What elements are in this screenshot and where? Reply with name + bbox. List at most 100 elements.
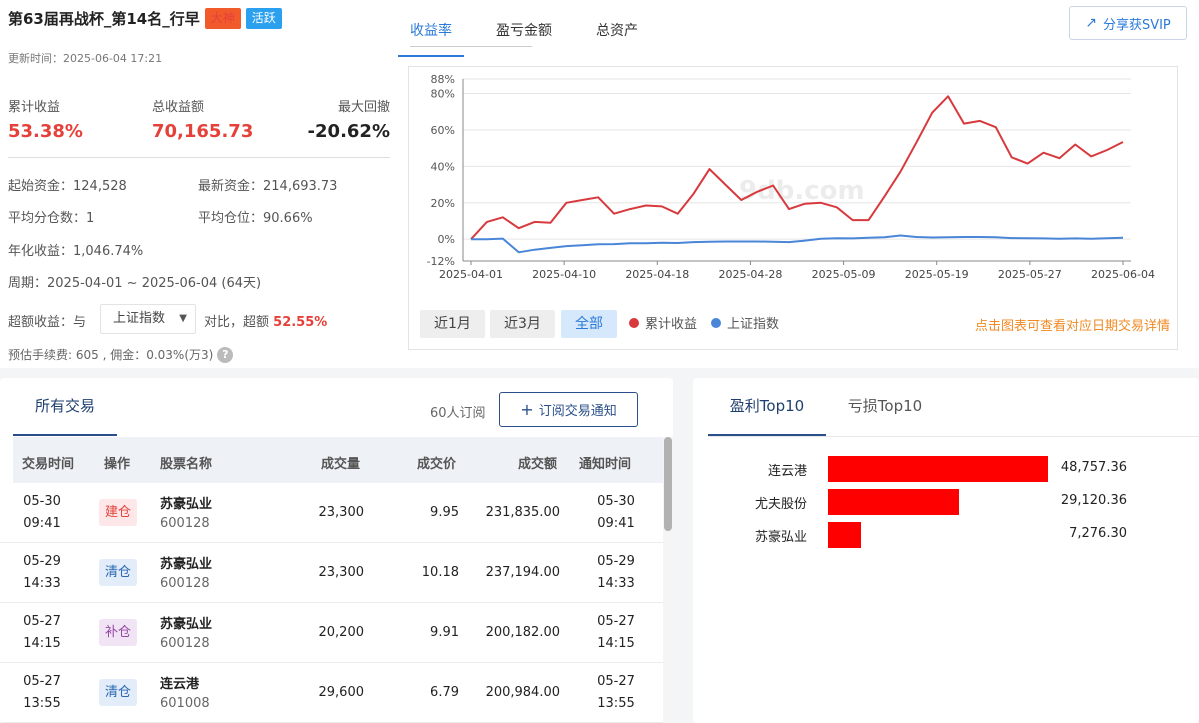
help-icon[interactable]: ?: [217, 346, 234, 363]
share-label: 分享获SVIP: [1102, 17, 1171, 33]
legend-label: 累计收益: [645, 317, 698, 332]
avg-split: 平均分仓数：1: [8, 211, 95, 226]
excess-text: 对比，超额 52.55%: [204, 311, 327, 330]
benchmark-select[interactable]: 上证指数 ▼: [100, 304, 196, 334]
fee-text: 预估手续费: 605 , 佣金：0.03%(万3): [8, 348, 214, 362]
notify-time: 05-27 13:55: [596, 671, 636, 715]
profit-bar-row[interactable]: 尤夫股份 29,120.36: [693, 489, 1199, 515]
notify-time: 05-27 14:15: [596, 611, 636, 655]
tab-loss-top10[interactable]: 亏损Top10: [839, 378, 931, 436]
return-chart[interactable]: 88% 80% 60% 40% 20% 0% -12% 9db.com 2025-04-01 20…: [408, 66, 1178, 350]
col-trade-time: 交易时间: [22, 457, 75, 472]
scrollbar-thumb[interactable]: [664, 437, 672, 531]
x-tick-label: 2025-05-19: [905, 268, 969, 281]
x-tick-label: 2025-06-04: [1091, 268, 1155, 281]
share-button[interactable]: ↗ 分享获SVIP: [1069, 6, 1187, 40]
profit-bar-row[interactable]: 连云港 48,757.36: [693, 456, 1199, 482]
trade-price: 9.91: [430, 625, 459, 640]
excess-prefix: 超额收益：与: [8, 315, 87, 330]
stat-value: -20.62%: [307, 121, 390, 142]
subscriber-count: 60人订阅: [430, 406, 486, 421]
stock-name-link[interactable]: 苏豪弘业: [160, 553, 212, 572]
stat-cum-return: 累计收益 53.38%: [8, 96, 83, 142]
subscribe-label: 订阅交易通知: [538, 404, 617, 419]
trade-amount: 237,194.00: [485, 565, 560, 580]
notify-date: 05-29: [597, 554, 635, 569]
profit-bar[interactable]: [828, 522, 861, 548]
col-price: 成交价: [417, 457, 457, 472]
tab-all-trades[interactable]: 所有交易: [13, 378, 117, 436]
trade-volume: 23,300: [318, 565, 365, 580]
notify-clock: 09:41: [597, 516, 635, 531]
chevron-down-icon: ▼: [179, 313, 187, 324]
profit-bar[interactable]: [828, 456, 1048, 482]
legend-dot: [711, 317, 721, 328]
stat-total-profit: 总收益额 70,165.73: [152, 96, 253, 142]
tab-profit-amount[interactable]: 盈亏金额: [496, 18, 552, 48]
range-1m-button[interactable]: 近1月: [420, 310, 485, 338]
badge-master: 大神: [204, 8, 241, 29]
excess-value: 52.55%: [273, 315, 328, 330]
bar-value: 48,757.36: [1060, 460, 1127, 475]
stat-max-drawdown: 最大回撤 -20.62%: [308, 96, 390, 142]
legend-label: 上证指数: [727, 317, 780, 332]
stock-name-link[interactable]: 连云港: [160, 673, 199, 692]
summary-stats: 累计收益 53.38% 总收益额 70,165.73 最大回撤 -20.62%: [8, 96, 390, 158]
subscribe-button[interactable]: + 订阅交易通知: [499, 392, 638, 427]
period: 周期：2025-04-01 ~ 2025-06-04 (64天): [8, 276, 262, 291]
tab-underline: [410, 46, 532, 47]
chart-hint: 点击图表可查看对应日期交易详情: [974, 319, 1170, 334]
operation-tag: 补仓: [99, 619, 137, 646]
table-row[interactable]: 05-27 13:55 清仓 连云港 601008 29,600 6.79 200,984.0…: [0, 663, 663, 723]
annual-return: 年化收益：1,046.74%: [8, 244, 144, 259]
trade-date: 05-30: [23, 494, 61, 509]
chart-canvas[interactable]: 88%80%60%40%20%0%-12%9db.com2025-04-01 20…: [409, 67, 1179, 307]
series-line-cum-return: [470, 95, 1124, 240]
stat-value: 53.38%: [8, 121, 83, 142]
avg-position: 平均仓位：90.66%: [198, 211, 313, 226]
tab-profit-top10[interactable]: 盈利Top10: [708, 378, 826, 436]
stock-name-link[interactable]: 苏豪弘业: [160, 613, 212, 632]
range-all-button[interactable]: 全部: [561, 310, 617, 338]
table-row[interactable]: 05-29 14:33 清仓 苏豪弘业 600128 23,300 10.18 237,194…: [0, 543, 663, 603]
legend-item-cum-return[interactable]: 累计收益: [629, 313, 697, 332]
y-tick-label: 88%: [431, 73, 455, 86]
table-row[interactable]: 05-30 09:41 建仓 苏豪弘业 600128 23,300 9.95 231,835.…: [0, 483, 663, 543]
table-row[interactable]: 05-27 14:15 补仓 苏豪弘业 600128 20,200 9.91 200,182.…: [0, 603, 663, 663]
trade-amount: 231,835.00: [485, 505, 560, 520]
y-tick-label: -12%: [427, 255, 455, 268]
y-tick-label: 80%: [431, 88, 455, 101]
profit-bar[interactable]: [828, 489, 960, 515]
legend-item-sh-index[interactable]: 上证指数: [711, 313, 779, 332]
range-3m-button[interactable]: 近3月: [490, 310, 555, 338]
tab-return-rate[interactable]: 收益率: [398, 18, 464, 57]
bar-stock-name: 苏豪弘业: [754, 530, 807, 545]
trade-clock: 13:55: [23, 696, 61, 711]
trade-time: 05-30 09:41: [22, 491, 62, 535]
trade-clock: 09:41: [23, 516, 61, 531]
stock-name-link[interactable]: 苏豪弘业: [160, 493, 212, 512]
stat-label: 总收益额: [152, 100, 205, 115]
trade-amount: 200,984.00: [485, 685, 560, 700]
y-tick-label: 20%: [431, 197, 455, 210]
trades-panel: 所有交易 60人订阅 + 订阅交易通知 交易时间 操作 股票名称 成交量 成交价…: [0, 378, 673, 723]
x-tick-label: 2025-04-01: [439, 268, 503, 281]
stock-code: 600128: [160, 576, 210, 591]
stock-code: 600128: [160, 516, 210, 531]
title-row: 第63届再战杯_第14名_行早 大神 活跃: [8, 8, 282, 29]
plus-icon: +: [520, 400, 534, 419]
profit-bar-row[interactable]: 苏豪弘业 7,276.30: [693, 522, 1199, 548]
trade-price: 6.79: [430, 685, 459, 700]
operation-tag: 清仓: [99, 559, 137, 586]
trade-clock: 14:33: [23, 576, 61, 591]
x-tick-label: 2025-05-27: [998, 268, 1062, 281]
trade-volume: 29,600: [318, 685, 365, 700]
stat-label: 最大回撤: [337, 100, 390, 115]
tab-total-assets[interactable]: 总资产: [596, 18, 638, 48]
trade-date: 05-27: [23, 614, 61, 629]
trade-volume: 23,300: [318, 505, 365, 520]
table-scrollbar[interactable]: [663, 437, 673, 723]
operation-tag: 清仓: [99, 679, 137, 706]
operation-tag: 建仓: [99, 499, 137, 526]
notify-clock: 13:55: [597, 696, 635, 711]
